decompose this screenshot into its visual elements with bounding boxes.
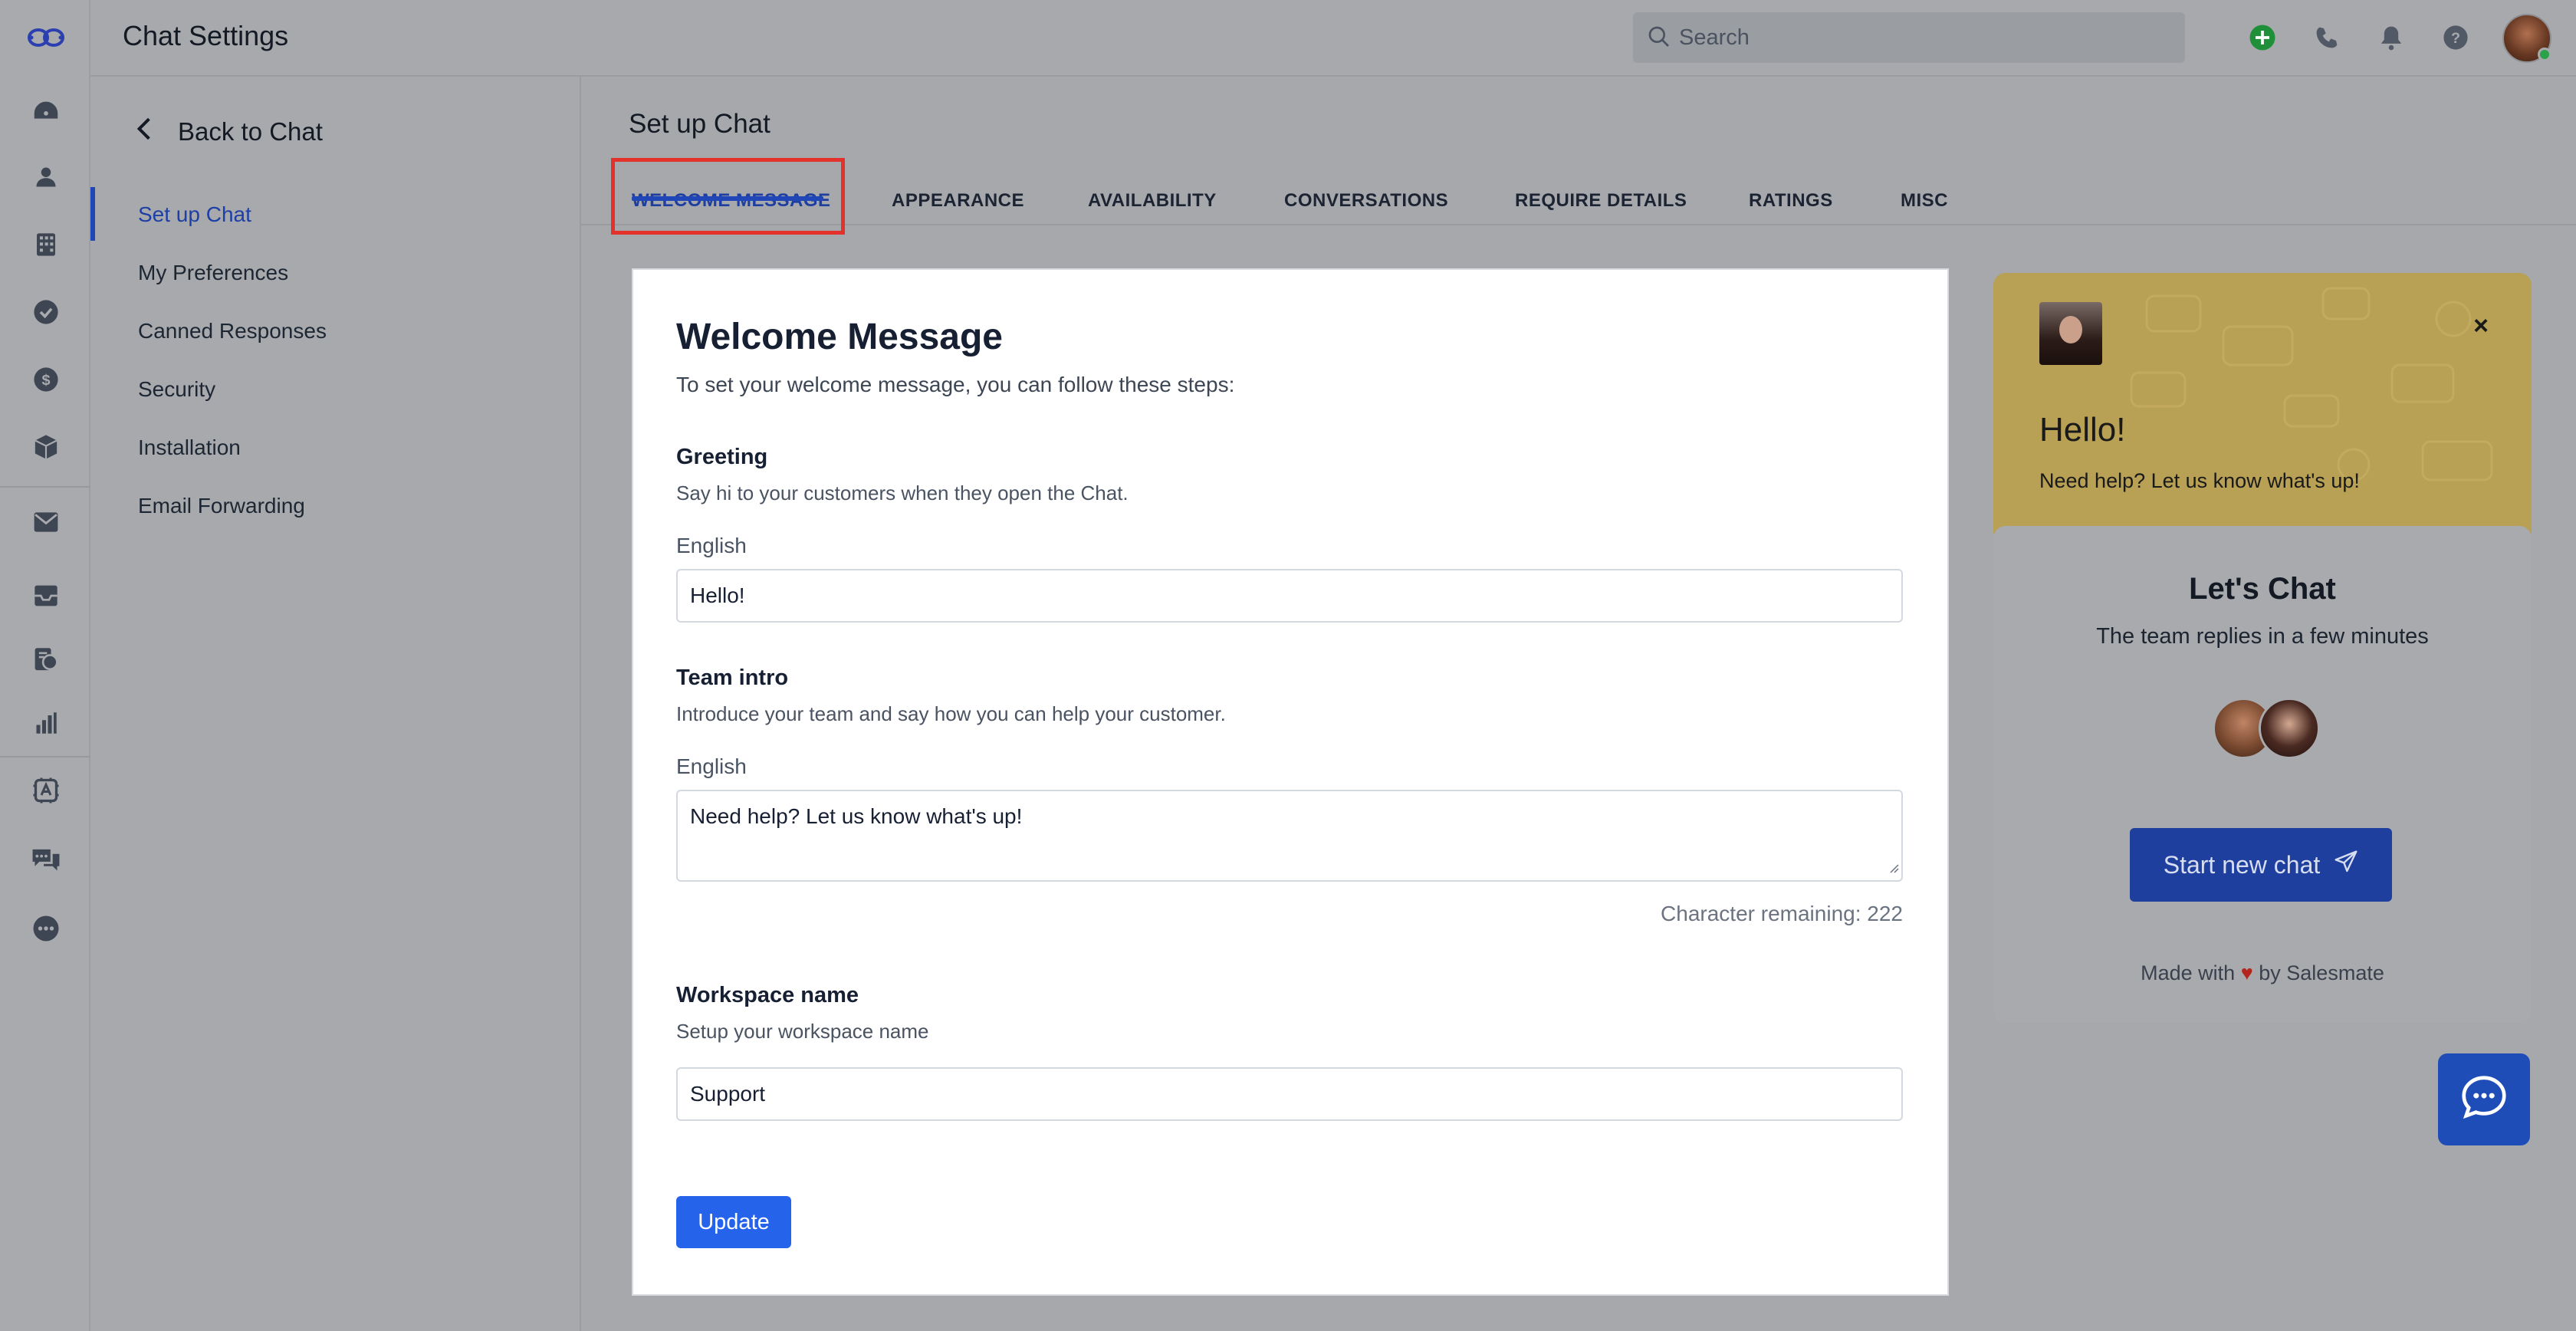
tab-appearance[interactable]: APPEARANCE: [892, 190, 1024, 212]
lets-chat-heading: Let's Chat: [2189, 572, 2336, 606]
preview-header: × Hello! Need help? Let us know what's u…: [1993, 273, 2532, 534]
sidebar-item-canned-responses[interactable]: Canned Responses: [138, 319, 327, 343]
update-button[interactable]: Update: [676, 1196, 791, 1248]
sidebar-item-set-up-chat[interactable]: Set up Chat: [138, 202, 251, 227]
add-icon[interactable]: [2246, 21, 2279, 54]
workspace-title: Workspace name: [676, 983, 859, 1007]
greeting-title: Greeting: [676, 445, 768, 469]
sidebar-item-my-preferences[interactable]: My Preferences: [138, 261, 288, 285]
tasks-icon[interactable]: [27, 293, 65, 331]
search-box[interactable]: [1633, 12, 2185, 63]
team-intro-desc: Introduce your team and say how you can …: [676, 702, 1226, 725]
card-subtitle: To set your welcome message, you can fol…: [676, 373, 1235, 396]
close-icon[interactable]: ×: [2473, 311, 2489, 341]
heart-icon: ♥: [2240, 961, 2253, 984]
search-input[interactable]: [1679, 20, 2170, 55]
active-indicator: [90, 187, 95, 241]
search-icon: [1647, 25, 1671, 53]
sidebar-item-email-forwarding[interactable]: Email Forwarding: [138, 494, 305, 518]
chat-bubble-icon: [2457, 1071, 2511, 1129]
start-new-chat-button[interactable]: Start new chat: [2130, 828, 2392, 902]
send-icon: [2334, 850, 2358, 880]
tab-conversations[interactable]: CONVERSATIONS: [1284, 190, 1448, 212]
svg-text:$: $: [41, 372, 50, 389]
contacts-icon[interactable]: [27, 158, 65, 196]
start-chat-label: Start new chat: [2163, 850, 2321, 879]
agent-photo: [2039, 302, 2102, 365]
made-with-text: Made with: [2141, 961, 2236, 984]
app-rail: $: [0, 0, 90, 1331]
rail-divider: [0, 756, 90, 758]
chevron-left-icon: [136, 117, 152, 147]
email-icon[interactable]: [27, 503, 65, 541]
dashboard-icon[interactable]: [27, 92, 65, 130]
team-intro-textarea[interactable]: Need help? Let us know what's up!: [676, 790, 1903, 882]
workspace-desc: Setup your workspace name: [676, 1020, 929, 1043]
deals-icon[interactable]: $: [27, 360, 65, 399]
sidebar-item-installation[interactable]: Installation: [138, 435, 241, 460]
products-icon[interactable]: [27, 428, 65, 466]
tab-require-details[interactable]: REQUIRE DETAILS: [1515, 190, 1687, 212]
app-title: Chat Settings: [123, 20, 289, 51]
card-title: Welcome Message: [676, 317, 1003, 357]
chat-widget-preview: × Hello! Need help? Let us know what's u…: [1993, 273, 2532, 1023]
workspace-name-input[interactable]: [676, 1067, 1903, 1121]
welcome-message-card: Welcome Message To set your welcome mess…: [632, 268, 1949, 1296]
made-with-footer: Made with ♥ by Salesmate: [1993, 961, 2532, 985]
greeting-lang-label: English: [676, 534, 747, 557]
more-icon[interactable]: [27, 909, 65, 948]
online-status-dot: [2538, 48, 2551, 61]
rail-divider: [0, 486, 90, 488]
reply-time-text: The team replies in a few minutes: [2096, 624, 2429, 649]
inbox-icon[interactable]: [27, 577, 65, 615]
greeting-input[interactable]: [676, 569, 1903, 623]
preview-help-text: Need help? Let us know what's up!: [2039, 469, 2360, 492]
team-avatar: [2259, 698, 2320, 759]
highlight-box: [611, 158, 845, 235]
back-to-chat-link[interactable]: Back to Chat: [136, 117, 323, 147]
sidebar-item-security[interactable]: Security: [138, 377, 215, 402]
reports-icon[interactable]: [27, 704, 65, 742]
preview-chat-card: Let's Chat The team replies in a few min…: [1993, 526, 2532, 1023]
phone-icon[interactable]: [2311, 21, 2343, 54]
team-intro-title: Team intro: [676, 666, 789, 690]
character-remaining: Character remaining: 222: [1661, 902, 1903, 925]
companies-icon[interactable]: [27, 225, 65, 264]
resize-grip-icon[interactable]: [1888, 862, 1900, 874]
by-salesmate-text: by Salesmate: [2259, 961, 2384, 984]
bell-icon[interactable]: [2375, 21, 2407, 54]
tab-bar: WELCOME MESSAGE APPEARANCE AVAILABILITY …: [581, 175, 2576, 225]
logo-icon[interactable]: [27, 18, 65, 57]
automation-icon[interactable]: [27, 771, 65, 810]
settings-sidebar: Back to Chat Set up Chat My Preferences …: [90, 77, 581, 1331]
chat-ticket-icon[interactable]: [27, 641, 65, 679]
chat-icon[interactable]: [27, 840, 65, 879]
chat-launcher-button[interactable]: [2438, 1053, 2530, 1145]
help-icon[interactable]: ?: [2440, 21, 2472, 54]
page-title: Set up Chat: [629, 109, 770, 139]
team-intro-lang-label: English: [676, 754, 747, 778]
svg-text:?: ?: [2451, 30, 2460, 47]
greeting-desc: Say hi to your customers when they open …: [676, 481, 1129, 504]
tab-availability[interactable]: AVAILABILITY: [1088, 190, 1217, 212]
back-label: Back to Chat: [178, 117, 323, 146]
tab-ratings[interactable]: RATINGS: [1749, 190, 1833, 212]
top-bar: Chat Settings ?: [90, 0, 2576, 77]
preview-hello: Hello!: [2039, 411, 2126, 449]
tab-misc[interactable]: MISC: [1901, 190, 1948, 212]
user-avatar[interactable]: [2502, 14, 2551, 63]
